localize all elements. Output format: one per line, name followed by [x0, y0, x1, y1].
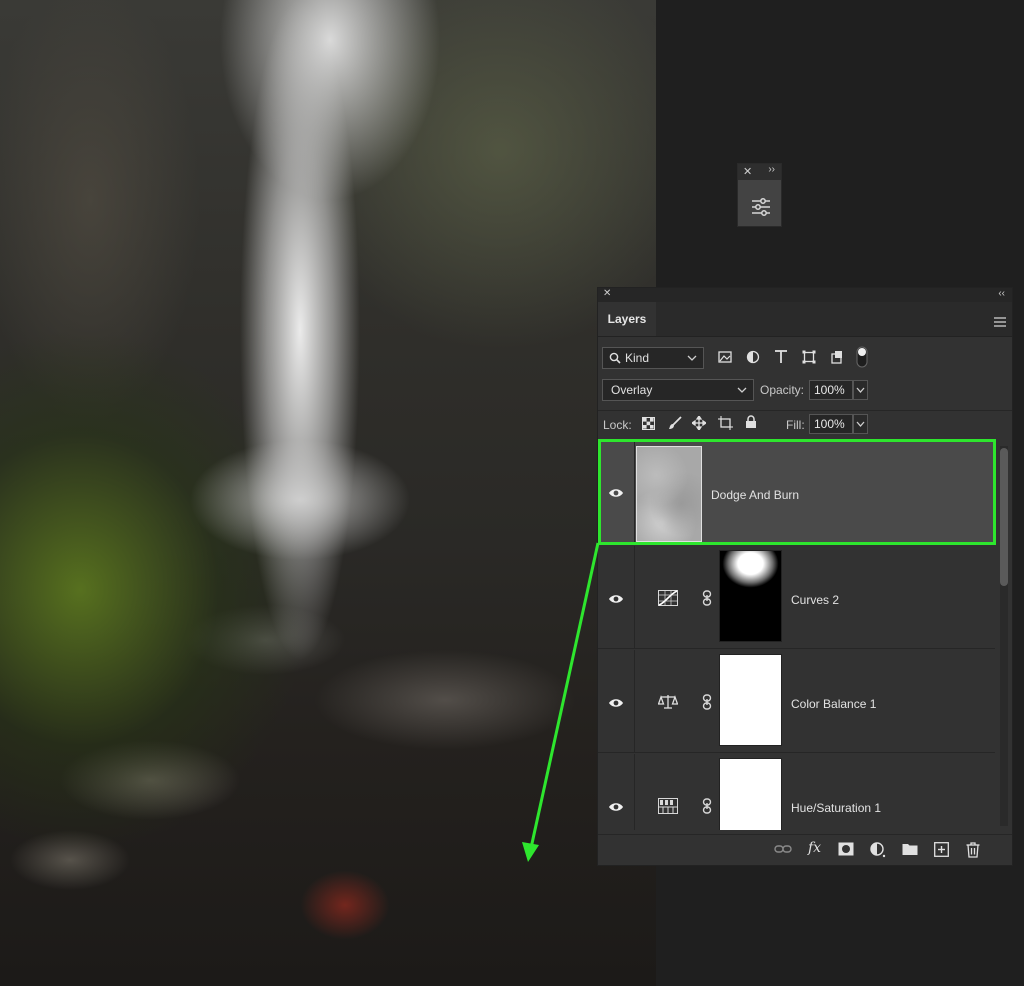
- lock-artboard-icon[interactable]: [718, 416, 733, 435]
- eye-icon[interactable]: [608, 486, 624, 504]
- layer-row-hue-saturation-1[interactable]: Hue/Saturation 1: [598, 754, 995, 830]
- kind-filter-select[interactable]: Kind: [602, 347, 704, 369]
- adjustments-icon[interactable]: [750, 196, 772, 223]
- opacity-label: Opacity:: [760, 383, 805, 397]
- lock-position-move-icon[interactable]: [690, 414, 708, 435]
- layer-name[interactable]: Curves 2: [791, 593, 839, 607]
- layer-name[interactable]: Color Balance 1: [791, 697, 876, 711]
- blend-mode-select[interactable]: Overlay: [602, 379, 754, 401]
- eye-icon[interactable]: [608, 592, 624, 610]
- shape-layer-filter-icon[interactable]: [802, 350, 816, 369]
- eye-icon[interactable]: [608, 696, 624, 714]
- search-icon: [609, 348, 621, 374]
- fill-input[interactable]: 100%: [809, 414, 853, 434]
- layers-bottom-toolbar: fx: [598, 834, 1012, 865]
- layer-row-curves-2[interactable]: Curves 2: [598, 546, 995, 649]
- fill-label: Fill:: [786, 418, 805, 432]
- chain-link-icon[interactable]: [702, 798, 712, 819]
- type-layer-filter-icon[interactable]: [774, 349, 788, 370]
- eye-icon[interactable]: [608, 800, 624, 818]
- add-mask-icon[interactable]: [838, 842, 854, 861]
- adjustment-layer-filter-icon[interactable]: [746, 350, 760, 369]
- close-icon[interactable]: ✕: [603, 288, 611, 299]
- curves-icon: [658, 590, 678, 611]
- adjustments-mini-panel: ✕ ››: [737, 163, 782, 227]
- chain-link-icon[interactable]: [702, 694, 712, 715]
- lock-transparency-icon[interactable]: [642, 417, 655, 435]
- filter-row: Kind: [598, 346, 1012, 370]
- panel-tab-row: Layers: [598, 302, 1012, 337]
- chevron-down-icon: [687, 348, 697, 374]
- fx-layer-style-icon[interactable]: fx: [808, 840, 821, 856]
- chain-link-icon[interactable]: [702, 590, 712, 611]
- color-balance-mask-thumbnail: [719, 654, 782, 746]
- close-icon[interactable]: ✕: [743, 165, 752, 178]
- blend-mode-value: Overlay: [611, 383, 653, 397]
- lock-label: Lock:: [603, 418, 632, 432]
- layer-row-color-balance-1[interactable]: Color Balance 1: [598, 650, 995, 753]
- opacity-slider-toggle[interactable]: [853, 380, 868, 400]
- panel-titlebar: ✕ ‹‹: [598, 288, 1012, 302]
- lock-all-icon[interactable]: [745, 415, 757, 434]
- collapse-icon[interactable]: ‹‹: [998, 288, 1005, 299]
- hue-saturation-mask-thumbnail: [719, 758, 782, 830]
- layers-panel: ✕ ‹‹ Layers Kind Overlay Opacity: 100% L…: [597, 287, 1013, 866]
- pixel-layer-filter-icon[interactable]: [718, 350, 732, 369]
- hue-saturation-icon: [658, 798, 678, 819]
- kind-filter-label: Kind: [625, 351, 650, 365]
- tab-layers[interactable]: Layers: [598, 302, 656, 336]
- blend-row: Overlay Opacity: 100%: [598, 378, 1012, 402]
- new-layer-icon[interactable]: [934, 842, 949, 862]
- lock-pixels-brush-icon[interactable]: [668, 416, 682, 435]
- folder-icon[interactable]: [902, 842, 918, 861]
- color-balance-icon: [657, 694, 679, 715]
- visibility-column: [598, 754, 635, 830]
- chevron-down-icon: [737, 380, 747, 406]
- filter-toggle-switch[interactable]: [856, 346, 868, 373]
- lock-row: Lock: Fill: 100%: [598, 410, 1012, 437]
- expand-icon[interactable]: ››: [768, 164, 775, 175]
- layer-row-dodge-and-burn[interactable]: Dodge And Burn: [598, 442, 995, 545]
- gray-noise-thumbnail: [636, 446, 702, 542]
- fill-slider-toggle[interactable]: [853, 414, 868, 434]
- layer-name[interactable]: Dodge And Burn: [711, 488, 799, 502]
- layer-name[interactable]: Hue/Saturation 1: [791, 801, 881, 815]
- curves-mask-thumbnail: [719, 550, 782, 642]
- scrollbar-thumb[interactable]: [1000, 448, 1008, 586]
- smart-object-filter-icon[interactable]: [830, 350, 844, 369]
- document-canvas[interactable]: [0, 0, 656, 986]
- link-layers-icon[interactable]: [774, 842, 792, 861]
- trash-icon[interactable]: [966, 842, 980, 863]
- layers-scrollbar[interactable]: [1000, 446, 1008, 826]
- panel-menu-icon[interactable]: [994, 314, 1006, 332]
- new-adjustment-layer-icon[interactable]: [870, 842, 886, 863]
- opacity-input[interactable]: 100%: [809, 380, 853, 400]
- autumn-leaf-region: [300, 870, 390, 940]
- mini-panel-titlebar: ✕ ››: [738, 164, 781, 180]
